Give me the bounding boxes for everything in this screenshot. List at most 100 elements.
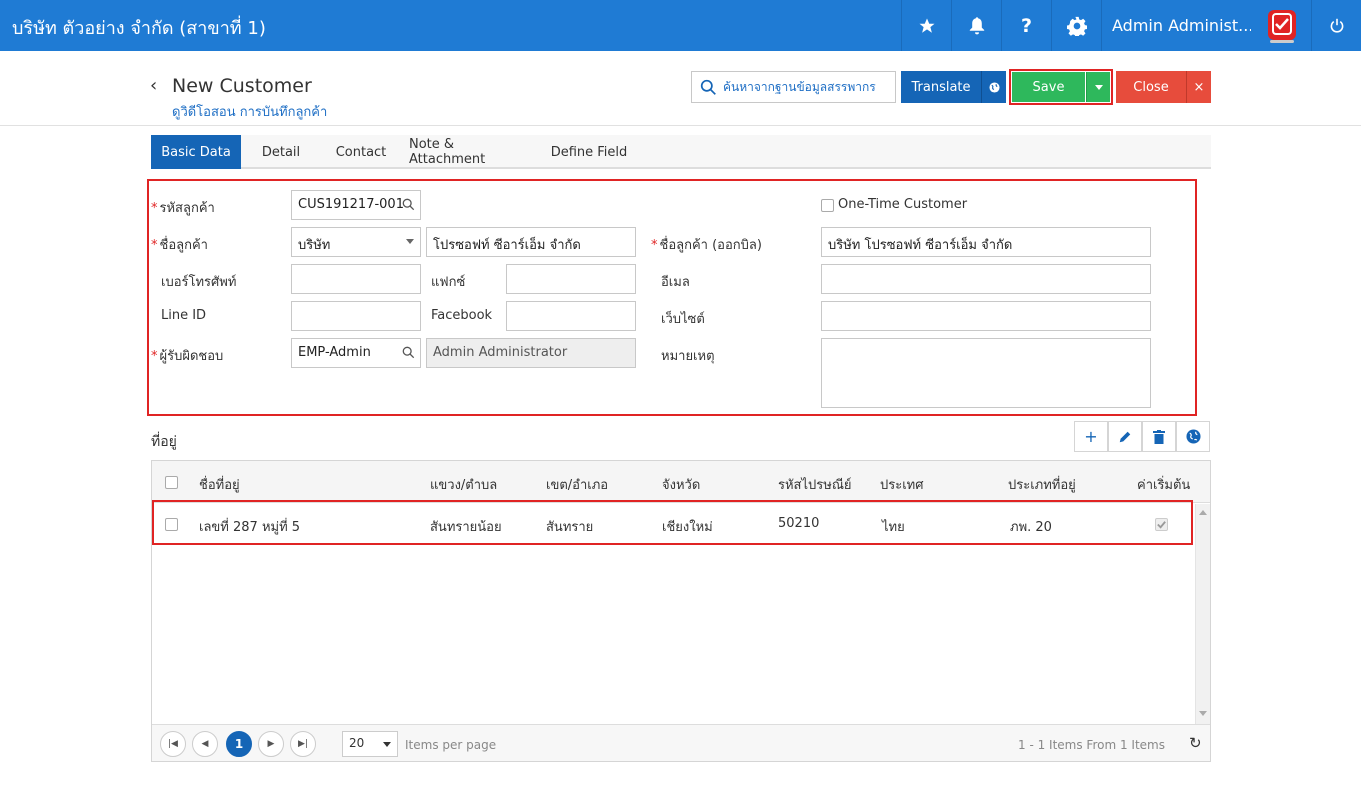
required-mark: * bbox=[151, 201, 158, 216]
required-mark: * bbox=[151, 349, 158, 364]
col-country[interactable]: ประเทศ bbox=[880, 474, 923, 495]
col-address-name[interactable]: ชื่อที่อยู่ bbox=[199, 474, 240, 495]
bill-name-label: * ชื่อลูกค้า (ออกบิล) bbox=[651, 238, 762, 253]
facebook-label: Facebook bbox=[431, 308, 493, 323]
star-icon bbox=[919, 18, 934, 33]
caret-down-icon bbox=[406, 239, 414, 244]
owner-name-field: Admin Administrator bbox=[426, 338, 636, 368]
tab-detail[interactable]: Detail bbox=[249, 135, 313, 169]
col-postcode[interactable]: รหัสไปรษณีย์ bbox=[778, 474, 852, 495]
customer-type-select[interactable]: บริษัท bbox=[291, 227, 421, 257]
owner-code-value: EMP-Admin bbox=[298, 345, 371, 360]
search-icon[interactable] bbox=[402, 198, 415, 211]
required-mark: * bbox=[151, 238, 158, 253]
company-name[interactable]: บริษัท ตัวอย่าง จำกัด (สาขาที่ 1) bbox=[12, 13, 266, 42]
back-button[interactable]: ‹ bbox=[150, 75, 157, 96]
customer-type-value: บริษัท bbox=[298, 238, 331, 253]
select-all-checkbox[interactable] bbox=[165, 476, 178, 489]
save-dropdown-button[interactable] bbox=[1086, 72, 1110, 102]
address-section-title: ที่อยู่ bbox=[151, 434, 177, 450]
search-icon[interactable] bbox=[402, 346, 415, 359]
email-field[interactable] bbox=[821, 264, 1151, 294]
page-size-select[interactable]: 20 bbox=[342, 731, 398, 757]
customer-name-field[interactable]: โปรซอฟท์ ซีอาร์เอ็ม จำกัด bbox=[426, 227, 636, 257]
line-id-field[interactable] bbox=[291, 301, 421, 331]
grid-header: ชื่อที่อยู่ แขวง/ตำบล เขต/อำเภอ จังหวัด … bbox=[152, 461, 1210, 503]
phone-label: เบอร์โทรศัพท์ bbox=[161, 275, 237, 290]
user-menu[interactable]: Admin Administ... bbox=[1101, 0, 1251, 51]
col-default[interactable]: ค่าเริ่มต้น bbox=[1137, 474, 1190, 495]
add-address-button[interactable]: + bbox=[1074, 421, 1108, 452]
pager-summary: 1 - 1 Items From 1 Items bbox=[1018, 738, 1165, 752]
required-mark: * bbox=[651, 238, 658, 253]
settings-button[interactable] bbox=[1051, 0, 1101, 51]
notifications-button[interactable] bbox=[951, 0, 1001, 51]
logout-button[interactable] bbox=[1311, 0, 1361, 51]
help-icon: ? bbox=[1020, 14, 1033, 37]
website-field[interactable] bbox=[821, 301, 1151, 331]
close-x-button[interactable]: × bbox=[1186, 71, 1211, 103]
facebook-field[interactable] bbox=[506, 301, 636, 331]
bell-icon bbox=[969, 16, 984, 34]
tab-contact[interactable]: Contact bbox=[327, 135, 395, 169]
customer-name-label: * ชื่อลูกค้า bbox=[151, 238, 208, 253]
revenue-db-search-label: ค้นหาจากฐานข้อมูลสรรพากร bbox=[723, 79, 876, 94]
caret-down-icon bbox=[1094, 84, 1103, 90]
page-size-value: 20 bbox=[349, 736, 365, 750]
scroll-up-icon[interactable] bbox=[1199, 510, 1207, 515]
bill-name-value: บริษัท โปรซอฟท์ ซีอาร์เอ็ม จำกัด bbox=[828, 238, 1013, 253]
power-icon bbox=[1330, 18, 1343, 33]
items-per-page-label: Items per page bbox=[405, 738, 497, 752]
translate-button[interactable]: Translate bbox=[901, 71, 981, 103]
col-district[interactable]: เขต/อำเภอ bbox=[546, 474, 608, 495]
tab-basic-data[interactable]: Basic Data bbox=[151, 135, 241, 169]
col-address-type[interactable]: ประเภทที่อยู่ bbox=[1008, 474, 1076, 495]
scroll-down-icon[interactable] bbox=[1199, 711, 1207, 716]
one-time-customer-label: One-Time Customer bbox=[838, 197, 968, 212]
bill-name-field[interactable]: บริษัท โปรซอฟท์ ซีอาร์เอ็ม จำกัด bbox=[821, 227, 1151, 257]
revenue-db-search[interactable]: ค้นหาจากฐานข้อมูลสรรพากร bbox=[691, 71, 896, 103]
prev-page-button[interactable]: ◀ bbox=[192, 731, 218, 757]
edit-address-button[interactable] bbox=[1108, 421, 1142, 452]
top-bar: บริษัท ตัวอย่าง จำกัด (สาขาที่ 1) ? Admi… bbox=[0, 0, 1361, 51]
row-highlight bbox=[152, 500, 1193, 545]
tab-define-field[interactable]: Define Field bbox=[547, 135, 631, 169]
app-logo[interactable] bbox=[1266, 8, 1298, 44]
owner-label: * ผู้รับผิดชอบ bbox=[151, 349, 224, 364]
phone-field[interactable] bbox=[291, 264, 421, 294]
owner-code-field[interactable]: EMP-Admin bbox=[291, 338, 421, 368]
help-button[interactable]: ? bbox=[1001, 0, 1051, 51]
trash-icon bbox=[1153, 429, 1165, 444]
col-province[interactable]: จังหวัด bbox=[662, 474, 700, 495]
one-time-customer-checkbox[interactable] bbox=[821, 199, 834, 212]
tutorial-link[interactable]: ดูวิดีโอสอน การบันทึกลูกค้า bbox=[172, 101, 327, 122]
next-page-button[interactable]: ▶ bbox=[258, 731, 284, 757]
globe-icon bbox=[988, 81, 1000, 93]
grid-scrollbar[interactable] bbox=[1195, 504, 1210, 724]
page-title: New Customer bbox=[172, 75, 312, 97]
favorites-button[interactable] bbox=[901, 0, 951, 51]
tab-bar: Basic Data Detail Contact Note & Attachm… bbox=[151, 135, 1211, 169]
title-bar: ‹ New Customer ดูวิดีโอสอน การบันทึกลูกค… bbox=[0, 51, 1361, 126]
customer-code-field[interactable]: CUS191217-001 bbox=[291, 190, 421, 220]
delete-address-button[interactable] bbox=[1142, 421, 1176, 452]
fax-field[interactable] bbox=[506, 264, 636, 294]
tab-note-attachment[interactable]: Note & Attachment bbox=[409, 135, 533, 169]
pencil-icon bbox=[1119, 431, 1131, 442]
col-subdistrict[interactable]: แขวง/ตำบล bbox=[430, 474, 497, 495]
save-button[interactable]: Save bbox=[1012, 72, 1085, 102]
translate-globe-button[interactable] bbox=[981, 71, 1006, 103]
first-page-button[interactable]: |◀ bbox=[160, 731, 186, 757]
customer-name-value: โปรซอฟท์ ซีอาร์เอ็ม จำกัด bbox=[433, 238, 581, 253]
search-icon bbox=[700, 79, 716, 95]
map-address-button[interactable] bbox=[1176, 421, 1210, 452]
last-page-button[interactable]: ▶| bbox=[290, 731, 316, 757]
line-id-label: Line ID bbox=[161, 308, 207, 323]
current-page-button[interactable]: 1 bbox=[226, 731, 252, 757]
pager: |◀ ◀ 1 ▶ ▶| 20 Items per page 1 - 1 Item… bbox=[152, 724, 1210, 761]
refresh-icon[interactable]: ↻ bbox=[1189, 734, 1202, 752]
remark-field[interactable] bbox=[821, 338, 1151, 408]
close-button[interactable]: Close bbox=[1116, 71, 1186, 103]
close-icon: × bbox=[1193, 79, 1205, 95]
gear-icon bbox=[1066, 16, 1087, 36]
